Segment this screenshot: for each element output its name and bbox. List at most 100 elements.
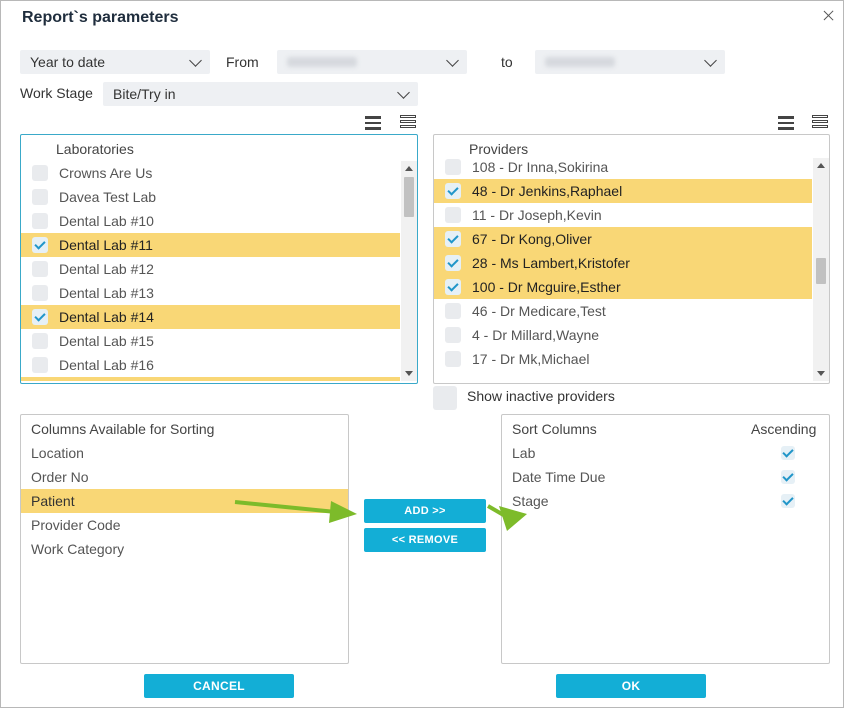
list-item-label: 46 - Dr Medicare,Test bbox=[472, 303, 606, 319]
from-date-value-blurred bbox=[287, 57, 357, 67]
checkbox-checked-icon[interactable] bbox=[445, 279, 461, 295]
scroll-down-icon[interactable] bbox=[817, 371, 825, 376]
checkbox-icon[interactable] bbox=[32, 357, 48, 373]
list-item[interactable]: 100 - Dr Mcguire,Esther bbox=[434, 275, 812, 299]
checkbox-icon[interactable] bbox=[32, 189, 48, 205]
list-item[interactable]: 28 - Ms Lambert,Kristofer bbox=[434, 251, 812, 275]
green-arrow-icon bbox=[234, 500, 357, 523]
checkbox-checked-icon[interactable] bbox=[445, 183, 461, 199]
chevron-down-icon bbox=[189, 54, 202, 67]
laboratories-panel: Laboratories Crowns Are Us Davea Test Lab… bbox=[20, 134, 418, 384]
providers-scrollbar[interactable] bbox=[813, 158, 829, 381]
checkbox-checked-icon[interactable] bbox=[32, 309, 48, 325]
checkbox-icon[interactable] bbox=[32, 285, 48, 301]
green-arrow-icon bbox=[486, 504, 527, 531]
ascending-header: Ascending bbox=[751, 421, 817, 437]
dialog-title: Report`s parameters bbox=[22, 9, 179, 26]
checkbox-icon[interactable] bbox=[445, 303, 461, 319]
list-item[interactable]: Dental Lab #12 bbox=[21, 257, 400, 281]
list-item-label: Dental Lab #16 bbox=[59, 357, 154, 373]
list-item[interactable]: 67 - Dr Kong,Oliver bbox=[434, 227, 812, 251]
checkbox-icon[interactable] bbox=[445, 207, 461, 223]
checkbox-checked-icon[interactable] bbox=[445, 231, 461, 247]
providers-list: 108 - Dr Inna,Sokirina 48 - Dr Jenkins,Ra… bbox=[434, 158, 812, 381]
list-item[interactable]: 4 - Dr Millard,Wayne bbox=[434, 323, 812, 347]
available-column-item[interactable]: Work Category bbox=[21, 537, 348, 561]
list-item-partial[interactable] bbox=[21, 377, 400, 381]
compact-list-view-icon[interactable] bbox=[812, 115, 828, 129]
list-item-label: 108 - Dr Inna,Sokirina bbox=[472, 159, 609, 175]
list-item-label: Dental Lab #15 bbox=[59, 333, 154, 349]
list-item[interactable]: 46 - Dr Medicare,Test bbox=[434, 299, 812, 323]
sort-columns-header: Sort Columns bbox=[512, 421, 597, 437]
list-item[interactable]: Crowns Are Us bbox=[21, 161, 400, 185]
work-stage-label: Work Stage bbox=[20, 85, 93, 101]
list-item[interactable]: 48 - Dr Jenkins,Raphael bbox=[434, 179, 812, 203]
close-icon[interactable] bbox=[822, 9, 836, 23]
remove-button[interactable]: << REMOVE bbox=[364, 528, 486, 552]
list-item[interactable]: 17 - Dr Mk,Michael bbox=[434, 347, 812, 371]
checkbox-icon[interactable] bbox=[32, 213, 48, 229]
ok-button[interactable]: OK bbox=[556, 674, 706, 698]
checkbox-icon[interactable] bbox=[445, 159, 461, 175]
list-view-icon[interactable] bbox=[365, 116, 381, 130]
sort-column-item[interactable]: Date Time Due bbox=[502, 465, 829, 489]
report-parameters-dialog: Report`s parameters Year to date From to… bbox=[0, 0, 844, 708]
list-item[interactable]: 108 - Dr Inna,Sokirina bbox=[434, 158, 812, 179]
list-item[interactable]: Dental Lab #10 bbox=[21, 209, 400, 233]
list-item-label: 4 - Dr Millard,Wayne bbox=[472, 327, 600, 343]
list-item[interactable]: Dental Lab #16 bbox=[21, 353, 400, 377]
list-item[interactable]: Davea Test Lab bbox=[21, 185, 400, 209]
list-item-label: Dental Lab #14 bbox=[59, 309, 154, 325]
chevron-down-icon bbox=[446, 54, 459, 67]
checkbox-checked-icon[interactable] bbox=[445, 255, 461, 271]
to-date-select[interactable] bbox=[535, 50, 725, 74]
sort-column-item[interactable]: Lab bbox=[502, 441, 829, 465]
scroll-thumb[interactable] bbox=[404, 177, 414, 217]
list-item-label: Crowns Are Us bbox=[59, 165, 153, 181]
ascending-checkbox-icon[interactable] bbox=[781, 470, 795, 484]
sort-columns-panel: Sort Columns Ascending Lab Date Time Due S… bbox=[501, 414, 830, 664]
checkbox-icon[interactable] bbox=[445, 327, 461, 343]
chevron-down-icon bbox=[397, 86, 410, 99]
scroll-thumb[interactable] bbox=[816, 258, 826, 284]
compact-list-view-icon[interactable] bbox=[400, 115, 416, 129]
list-item[interactable]: Dental Lab #13 bbox=[21, 281, 400, 305]
chevron-down-icon bbox=[704, 54, 717, 67]
checkbox-icon[interactable] bbox=[445, 351, 461, 367]
list-item[interactable]: 11 - Dr Joseph,Kevin bbox=[434, 203, 812, 227]
list-item[interactable]: Dental Lab #15 bbox=[21, 329, 400, 353]
cancel-button[interactable]: CANCEL bbox=[144, 674, 294, 698]
work-stage-value: Bite/Try in bbox=[113, 86, 176, 102]
period-select[interactable]: Year to date bbox=[20, 50, 210, 74]
ascending-checkbox-icon[interactable] bbox=[781, 494, 795, 508]
list-view-icon[interactable] bbox=[778, 116, 794, 130]
scroll-up-icon[interactable] bbox=[817, 163, 825, 168]
list-item-label: 28 - Ms Lambert,Kristofer bbox=[472, 255, 630, 271]
sort-column-item[interactable]: Stage bbox=[502, 489, 829, 513]
available-columns-header: Columns Available for Sorting bbox=[31, 421, 215, 437]
add-button[interactable]: ADD >> bbox=[364, 499, 486, 523]
available-column-item[interactable]: Location bbox=[21, 441, 348, 465]
checkbox-icon[interactable] bbox=[32, 261, 48, 277]
available-column-item[interactable]: Order No bbox=[21, 465, 348, 489]
show-inactive-checkbox[interactable] bbox=[433, 386, 457, 410]
ascending-checkbox-icon[interactable] bbox=[781, 446, 795, 460]
list-item-label: Dental Lab #12 bbox=[59, 261, 154, 277]
work-stage-select[interactable]: Bite/Try in bbox=[103, 82, 418, 106]
laboratories-scrollbar[interactable] bbox=[401, 161, 417, 381]
list-item-label: Dental Lab #11 bbox=[59, 237, 153, 253]
checkbox-checked-icon[interactable] bbox=[32, 237, 48, 253]
from-date-select[interactable] bbox=[277, 50, 467, 74]
list-item[interactable]: Dental Lab #14 bbox=[21, 305, 400, 329]
checkbox-icon[interactable] bbox=[32, 333, 48, 349]
list-item[interactable]: Dental Lab #11 bbox=[21, 233, 400, 257]
laboratories-header: Laboratories bbox=[56, 141, 134, 157]
scroll-down-icon[interactable] bbox=[405, 371, 413, 376]
checkbox-icon[interactable] bbox=[32, 165, 48, 181]
list-item-label: Davea Test Lab bbox=[59, 189, 157, 205]
laboratories-list: Crowns Are Us Davea Test Lab Dental Lab #1… bbox=[21, 161, 400, 381]
list-item-label: Dental Lab #10 bbox=[59, 213, 154, 229]
scroll-up-icon[interactable] bbox=[405, 166, 413, 171]
list-item-label: 67 - Dr Kong,Oliver bbox=[472, 231, 592, 247]
